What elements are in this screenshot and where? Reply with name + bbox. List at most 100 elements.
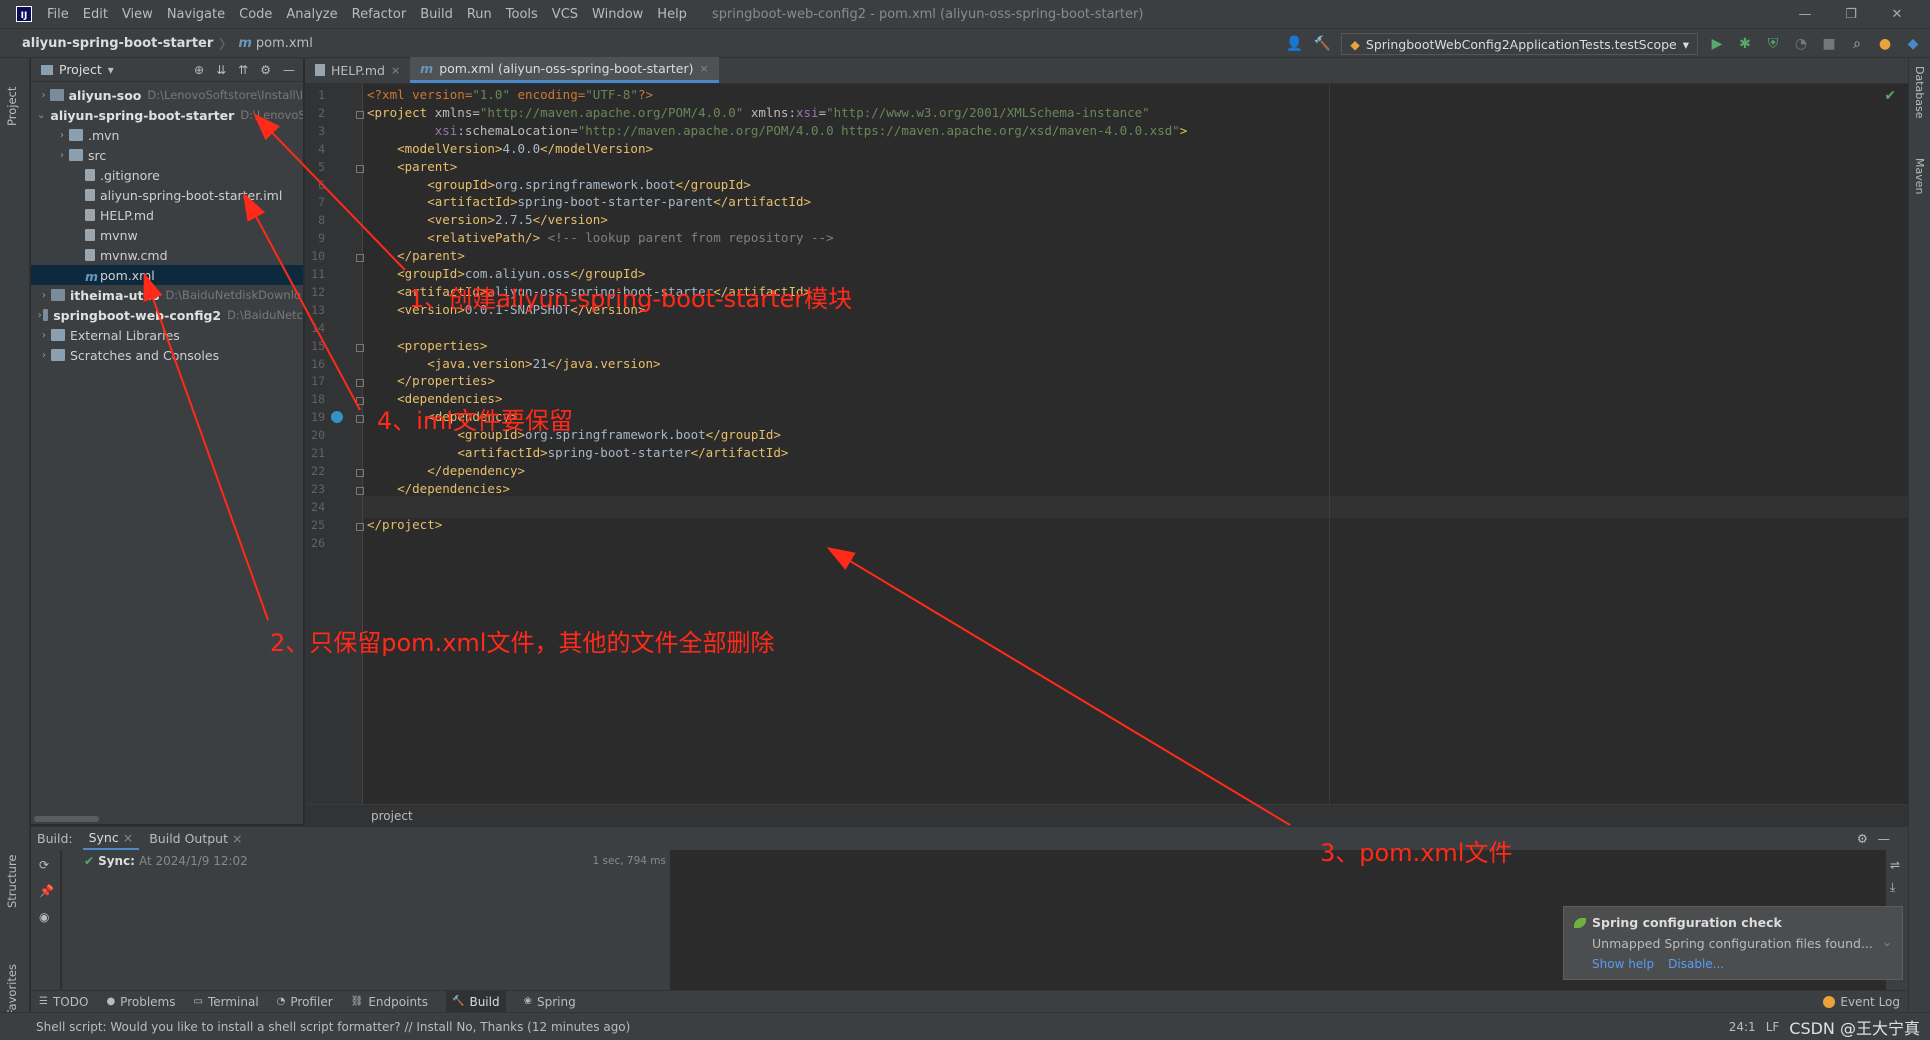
fold-marker-icon[interactable] — [356, 254, 364, 263]
chevron-down-icon[interactable]: ▾ — [108, 63, 114, 77]
update-icon[interactable]: ● — [1876, 35, 1894, 53]
event-log-button[interactable]: Event Log — [1823, 991, 1900, 1013]
menu-file[interactable]: File — [40, 7, 76, 22]
coverage-icon[interactable]: ⛨ — [1764, 35, 1782, 53]
chevron-icon[interactable]: ⌄ — [37, 110, 45, 121]
tree-item[interactable]: ⌄ aliyun-spring-boot-starter D:\LenovoS — [31, 105, 303, 125]
tree-item[interactable]: › springboot-web-config2 D:\BaiduNetc — [31, 305, 303, 325]
stop-icon[interactable]: ■ — [1820, 35, 1838, 53]
maven-tool-button[interactable]: Maven — [1913, 158, 1926, 194]
chevron-icon[interactable]: › — [37, 350, 51, 361]
search-icon[interactable]: ⌕ — [1848, 35, 1866, 53]
sync-row[interactable]: ✔ Sync: At 2024/1/9 12:02 — [84, 854, 248, 868]
hide-icon[interactable]: — — [283, 63, 295, 77]
caret-position[interactable]: 24:1 — [1729, 1020, 1756, 1034]
tree-item[interactable]: mvnw.cmd — [31, 245, 303, 265]
fold-marker-icon[interactable] — [356, 164, 364, 173]
chevron-icon[interactable]: › — [55, 130, 69, 141]
tree-item[interactable]: mvnw — [31, 225, 303, 245]
fold-marker-icon[interactable] — [356, 486, 364, 495]
breadcrumb-file[interactable]: pom.xml — [256, 36, 313, 51]
close-icon[interactable]: × — [699, 62, 708, 75]
restore-icon[interactable]: ❐ — [1828, 7, 1874, 22]
database-tool-button[interactable]: Database — [1913, 66, 1926, 119]
tool-window-problems[interactable]: ● Problems — [106, 995, 175, 1009]
spring-config-notification[interactable]: Spring configuration check Unmapped Spri… — [1563, 906, 1903, 980]
fold-marker-icon[interactable] — [356, 110, 364, 119]
menu-build[interactable]: Build — [413, 7, 460, 22]
tree-item[interactable]: › Scratches and Consoles — [31, 345, 303, 365]
close-icon[interactable]: × — [391, 64, 400, 77]
chevron-icon[interactable]: › — [55, 150, 69, 161]
project-tool-button[interactable]: Project — [5, 87, 19, 126]
close-icon[interactable]: × — [123, 830, 133, 845]
editor-tab[interactable]: m pom.xml (aliyun-oss-spring-boot-starter… — [410, 57, 719, 83]
tab-build-output[interactable]: Build Output × — [149, 831, 242, 846]
fold-marker-icon[interactable] — [356, 522, 364, 531]
editor-tab[interactable]: HELP.md × — [305, 57, 410, 83]
project-panel-title[interactable]: Project — [59, 62, 102, 77]
refresh-icon[interactable]: ⟳ — [39, 858, 49, 872]
menu-refactor[interactable]: Refactor — [345, 7, 414, 22]
menu-analyze[interactable]: Analyze — [279, 7, 344, 22]
tool-window-endpoints[interactable]: ⛓ Endpoints — [351, 995, 428, 1009]
run-configuration-select[interactable]: ◆ SpringbootWebConfig2ApplicationTests.t… — [1341, 33, 1698, 55]
editor-breadcrumb[interactable]: project — [305, 804, 1908, 826]
locate-icon[interactable]: ⊕ — [194, 63, 204, 77]
chevron-icon[interactable]: › — [37, 90, 50, 101]
tree-item[interactable]: › src — [31, 145, 303, 165]
close-icon[interactable]: × — [232, 831, 242, 846]
dependency-gutter-icon[interactable] — [331, 411, 343, 424]
tree-item[interactable]: HELP.md — [31, 205, 303, 225]
tree-item[interactable]: › itheima-utils D:\BaiduNetdiskDownlo — [31, 285, 303, 305]
tool-window-terminal[interactable]: ▭ Terminal — [193, 995, 258, 1009]
line-separator[interactable]: LF — [1766, 1020, 1780, 1034]
run-icon[interactable]: ▶ — [1708, 35, 1726, 53]
tree-item[interactable]: m pom.xml — [31, 265, 303, 285]
plugin-icon[interactable]: ◆ — [1904, 35, 1922, 53]
tool-window-spring[interactable]: ❀ Spring — [524, 995, 576, 1009]
menu-navigate[interactable]: Navigate — [160, 7, 232, 22]
menu-vcs[interactable]: VCS — [545, 7, 585, 22]
gear-icon[interactable]: ⚙ — [1857, 831, 1868, 846]
code-line[interactable]: </dependencies> — [367, 478, 510, 500]
user-icon[interactable]: 👤 — [1285, 35, 1303, 53]
show-help-link[interactable]: Show help — [1592, 957, 1654, 971]
soft-wrap-icon[interactable]: ⇌ — [1890, 858, 1900, 872]
pin-icon[interactable]: 📌 — [39, 884, 54, 898]
debug-icon[interactable]: ✱ — [1736, 35, 1754, 53]
tree-item[interactable]: .gitignore — [31, 165, 303, 185]
gear-icon[interactable]: ⚙ — [260, 63, 271, 77]
disable-link[interactable]: Disable... — [1668, 957, 1724, 971]
breadcrumb-project[interactable]: aliyun-spring-boot-starter — [22, 36, 213, 51]
eye-icon[interactable]: ◉ — [39, 910, 49, 924]
status-message[interactable]: Shell script: Would you like to install … — [36, 1020, 630, 1034]
code-line[interactable]: <version>0.0.1-SNAPSHOT</version> — [367, 299, 645, 321]
scroll-to-end-icon[interactable]: ⤓ — [1890, 880, 1895, 895]
favorites-tool-button[interactable]: Favorites — [5, 964, 19, 1016]
structure-tool-button[interactable]: Structure — [5, 855, 19, 909]
menu-edit[interactable]: Edit — [76, 7, 115, 22]
collapse-all-icon[interactable]: ⇈ — [238, 63, 248, 77]
chevron-icon[interactable]: › — [37, 290, 51, 301]
horizontal-scrollbar[interactable] — [34, 816, 99, 822]
menu-view[interactable]: View — [115, 7, 160, 22]
expand-all-icon[interactable]: ⇊ — [216, 63, 226, 77]
menu-code[interactable]: Code — [232, 7, 279, 22]
tree-item[interactable]: › External Libraries — [31, 325, 303, 345]
tree-item[interactable]: aliyun-spring-boot-starter.iml — [31, 185, 303, 205]
profile-icon[interactable]: ◔ — [1792, 35, 1810, 53]
menu-help[interactable]: Help — [650, 7, 694, 22]
chevron-icon[interactable]: › — [37, 330, 51, 341]
fold-marker-icon[interactable] — [356, 343, 364, 352]
hide-icon[interactable]: — — [1878, 831, 1891, 846]
fold-marker-icon[interactable] — [356, 379, 364, 388]
tree-item[interactable]: › .mvn — [31, 125, 303, 145]
code-editor[interactable]: 1 2 3 4 5 6 7 8 9 10 11 12 13 14 15 16 17 18 19 20 21 22 23 24 2… — [305, 84, 1908, 804]
tool-window-todo[interactable]: ☰ TODO — [39, 995, 88, 1009]
tool-window-build[interactable]: 🔨 Build — [446, 990, 506, 1013]
chevron-down-icon[interactable]: ⌄ — [1882, 935, 1892, 949]
tree-item[interactable]: › aliyun-soo D:\LenovoSoftstore\Install\I — [31, 85, 303, 105]
chevron-icon[interactable]: › — [37, 310, 43, 321]
inspection-ok-icon[interactable]: ✔ — [1884, 88, 1896, 104]
